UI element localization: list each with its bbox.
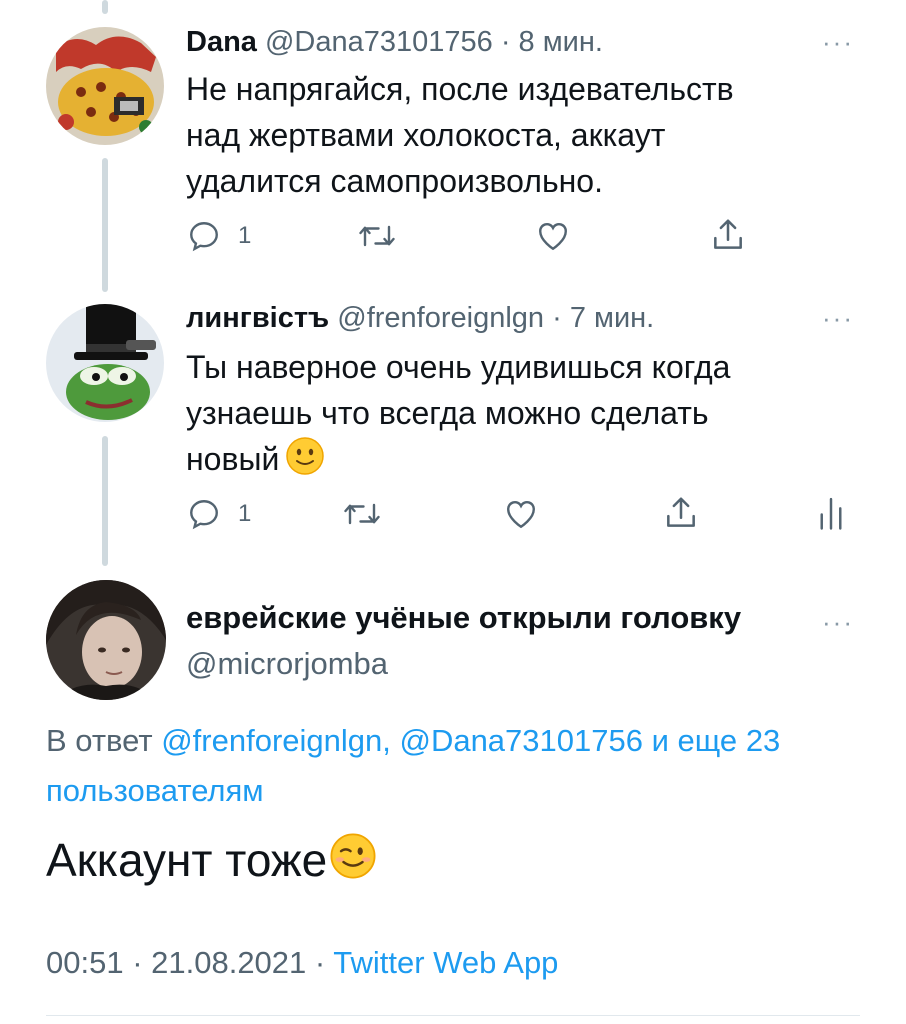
share-button[interactable] bbox=[662, 494, 700, 532]
analytics-button[interactable] bbox=[818, 496, 844, 530]
tweet-meta: 00:51 · 21.08.2021 · Twitter Web App bbox=[46, 945, 558, 981]
retweet-icon bbox=[344, 503, 380, 525]
like-icon bbox=[539, 223, 567, 251]
reply-context: В ответ @frenforeignlgn, @Dana73101756 и… bbox=[46, 716, 866, 816]
avatar-lingvist[interactable] bbox=[46, 304, 164, 422]
like-button[interactable] bbox=[502, 496, 540, 532]
author-handle[interactable]: @microrjomba bbox=[186, 646, 388, 682]
retweet-button[interactable] bbox=[357, 218, 397, 254]
share-button[interactable] bbox=[709, 216, 747, 254]
tweet-header: лингвiстъ @frenforeignlgn · 7 мин. bbox=[186, 300, 654, 336]
tweet-timestamp[interactable]: 00:51 · 21.08.2021 · bbox=[46, 945, 325, 980]
thread-line-top bbox=[102, 0, 108, 14]
like-button[interactable] bbox=[534, 218, 572, 254]
tweet-text-line: Ты наверное очень удивишься когда bbox=[186, 349, 731, 385]
reply-button[interactable]: 1 bbox=[186, 218, 251, 254]
tweet-time[interactable]: · 7 мин. bbox=[552, 302, 654, 334]
tweet-source-link[interactable]: Twitter Web App bbox=[333, 945, 558, 980]
author-handle[interactable]: @Dana73101756 bbox=[265, 26, 493, 58]
retweet-icon bbox=[359, 225, 395, 247]
more-icon[interactable]: ··· bbox=[822, 609, 854, 635]
share-icon bbox=[667, 497, 695, 527]
main-tweet-text-content: Аккаунт тоже bbox=[46, 834, 328, 886]
tweet-time[interactable]: · 8 мин. bbox=[501, 26, 603, 58]
more-icon[interactable]: ··· bbox=[822, 305, 854, 331]
more-icon[interactable]: ··· bbox=[822, 29, 854, 55]
reply-prefix: В ответ bbox=[46, 723, 153, 758]
avatar-microrjomba-image bbox=[46, 580, 166, 700]
reply-count: 1 bbox=[238, 500, 252, 527]
retweet-button[interactable] bbox=[342, 496, 382, 532]
tweet-text-line: новый bbox=[186, 441, 280, 477]
tweet-text: Ты наверное очень удивишься когда узнаеш… bbox=[186, 344, 730, 488]
thread-line-2 bbox=[102, 436, 108, 566]
author-name[interactable]: лингвiстъ bbox=[186, 302, 329, 334]
slightly-smiling-face-icon bbox=[285, 436, 325, 488]
tweet-text: Не напрягайся, после издевательств над ж… bbox=[186, 66, 734, 204]
tweet-header: Dana @Dana73101756 · 8 мин. bbox=[186, 24, 603, 60]
author-name[interactable]: еврейские учёные открыли головку bbox=[186, 600, 741, 636]
author-name[interactable]: Dana bbox=[186, 26, 257, 58]
tweet-text-line: удалится самопроизвольно. bbox=[186, 163, 603, 199]
reply-icon bbox=[190, 222, 218, 252]
share-icon bbox=[714, 219, 742, 249]
reply-icon bbox=[190, 500, 218, 530]
tweet-text-line: узнаешь что всегда можно сделать bbox=[186, 395, 709, 431]
tweet-text-line: Не напрягайся, после издевательств bbox=[186, 71, 734, 107]
analytics-icon bbox=[820, 497, 842, 530]
thread-line-1 bbox=[102, 158, 108, 292]
like-icon bbox=[507, 501, 535, 529]
reply-and-link[interactable]: и еще bbox=[652, 723, 738, 758]
avatar-microrjomba[interactable] bbox=[46, 580, 166, 700]
winking-face-icon bbox=[329, 832, 377, 894]
tweet-text-line-last: новый bbox=[186, 436, 730, 488]
main-tweet-text: Аккаунт тоже bbox=[46, 830, 377, 894]
author-handle[interactable]: @frenforeignlgn bbox=[337, 302, 544, 334]
reply-count: 1 bbox=[238, 222, 252, 249]
avatar-dana-image bbox=[46, 27, 164, 145]
tweet-text-line: над жертвами холокоста, аккаут bbox=[186, 117, 666, 153]
avatar-lingvist-image bbox=[46, 304, 164, 422]
avatar-dana[interactable] bbox=[46, 27, 164, 145]
reply-button[interactable]: 1 bbox=[186, 496, 251, 532]
divider bbox=[46, 1015, 860, 1016]
reply-mentions-link[interactable]: @frenforeignlgn, @Dana73101756 bbox=[161, 723, 643, 758]
